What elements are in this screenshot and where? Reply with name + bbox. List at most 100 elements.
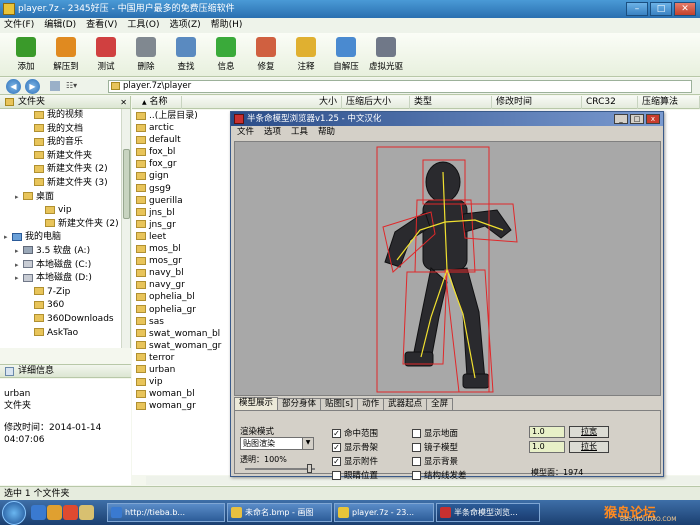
file-row[interactable]: woman_gr [132,400,232,412]
minimize-button[interactable]: – [626,2,648,16]
tree-item[interactable]: 新建文件夹 (2) [0,218,130,232]
menu-view[interactable]: 查看(V) [86,18,117,33]
viewer-close-button[interactable]: x [646,114,660,124]
ie-icon[interactable] [31,505,46,520]
view-mode-icon[interactable]: ☷▾ [66,81,77,90]
folder-pane-header[interactable]: 文件夹 ✕ [0,96,130,109]
scale-x-input[interactable]: 1.0 [529,426,565,438]
tree-item[interactable]: ▸ 桌面 [0,191,130,205]
menu-options[interactable]: 选项(Z) [169,18,200,33]
folder-icon[interactable] [79,505,94,520]
expand-icon[interactable]: ▸ [15,259,23,273]
tree-item[interactable]: AskTao [0,327,130,341]
column-method[interactable]: 压缩算法 [638,96,700,109]
column-crc32[interactable]: CRC32 [582,96,638,109]
menu-edit[interactable]: 编辑(D) [44,18,76,33]
expand-icon[interactable]: ▸ [4,231,12,245]
file-row[interactable]: mos_bl [132,243,232,255]
file-row[interactable]: woman_bl [132,388,232,400]
tree-item[interactable]: 7-Zip [0,286,130,300]
file-row[interactable]: urban [132,364,232,376]
checkbox-ground[interactable]: 显示地面 [412,429,458,439]
file-row[interactable]: fox_bl [132,146,232,158]
address-field[interactable]: player.7z\player [108,80,692,93]
column-size[interactable]: 大小 [262,96,342,109]
close-button[interactable]: ✕ [674,2,696,16]
file-row[interactable]: jns_gr [132,219,232,231]
toolbar-button-info[interactable]: 信息 [206,33,246,77]
file-row[interactable]: navy_bl [132,267,232,279]
tree-item[interactable]: ▸ 本地磁盘 (C:) [0,259,130,273]
toolbar-button-comment[interactable]: 注释 [286,33,326,77]
tab-sequences[interactable]: 动作 [357,398,385,410]
media-icon[interactable] [63,505,78,520]
tab-body-parts[interactable]: 部分身体 [277,398,322,410]
render-mode-select[interactable]: 贴图渲染 ▼ [240,437,314,450]
task-model-viewer[interactable]: 半条命模型浏览... [436,503,540,522]
viewer-menu-file[interactable]: 文件 [237,126,254,139]
task-browser[interactable]: http://tieba.b... [107,503,225,522]
tree-item[interactable]: 新建文件夹 [0,150,130,164]
file-row[interactable]: gign [132,170,232,182]
expand-icon[interactable]: ▸ [15,245,23,259]
menu-help[interactable]: 帮助(H) [211,18,243,33]
model-viewport[interactable] [234,141,661,396]
file-row[interactable]: ..(上层目录) [132,110,232,122]
checkbox-eye-position[interactable]: 眼睛位置 [332,471,378,481]
toolbar-button-repair[interactable]: 修复 [246,33,286,77]
checkbox-hitboxes[interactable]: ✓ 命中范围 [332,429,378,439]
expand-icon[interactable]: ▸ [15,272,23,286]
menu-file[interactable]: 文件(F) [4,18,34,33]
details-header[interactable]: 详细信息 [0,364,131,378]
widen-button[interactable]: 拉宽 [569,426,609,438]
viewer-menu-help[interactable]: 帮助 [318,126,335,139]
tree-item[interactable]: ▸ 我的电脑 [0,231,130,245]
file-row[interactable]: swat_woman_gr [132,340,232,352]
file-row[interactable]: leet [132,231,232,243]
viewer-minimize-button[interactable]: _ [614,114,628,124]
viewer-maximize-button[interactable]: □ [630,114,644,124]
viewer-menu-tools[interactable]: 工具 [291,126,308,139]
checkbox-skeleton[interactable]: ✓ 显示骨架 [332,443,378,453]
viewer-menu-options[interactable]: 选项 [264,126,281,139]
menu-tools[interactable]: 工具(O) [127,18,159,33]
checkbox-wireframe[interactable]: 结构线发差 [412,471,467,481]
task-archive[interactable]: player.7z - 23... [334,503,434,522]
scale-y-input[interactable]: 1.0 [529,441,565,453]
checkbox-background[interactable]: 显示背景 [412,457,458,467]
tree-item[interactable]: 新建文件夹 (2) [0,163,130,177]
checkbox-attachments[interactable]: ✓ 显示附件 [332,457,378,467]
column-packed-size[interactable]: 压缩后大小 [342,96,410,109]
up-folder-icon[interactable] [50,81,60,91]
file-row[interactable]: navy_gr [132,279,232,291]
close-pane-icon[interactable]: ✕ [120,96,127,109]
tree-item[interactable]: vip [0,204,130,218]
task-paint[interactable]: 未命名.bmp - 画图 [227,503,332,522]
lengthen-button[interactable]: 拉长 [569,441,609,453]
tree-item[interactable]: 我的文档 [0,123,130,137]
file-row[interactable]: sas [132,316,232,328]
file-row[interactable]: fox_gr [132,158,232,170]
forward-button[interactable]: ▶ [25,79,40,94]
start-button[interactable] [2,501,26,525]
tree-item[interactable]: 我的视频 [0,109,130,123]
tree-item[interactable]: 新建文件夹 (3) [0,177,130,191]
file-row[interactable]: ophelia_gr [132,304,232,316]
tree-item[interactable]: 我的音乐 [0,136,130,150]
file-row[interactable]: default [132,134,232,146]
expand-icon[interactable]: ▸ [15,191,23,205]
toolbar-button-find[interactable]: 查找 [166,33,206,77]
column-name[interactable]: ▲ 名称 [132,96,182,109]
file-row[interactable]: terror [132,352,232,364]
file-row[interactable]: swat_woman_bl [132,328,232,340]
tab-weapon-origin[interactable]: 武器起点 [383,398,428,410]
file-row[interactable]: guerilla [132,195,232,207]
toolbar-button-delete[interactable]: 删除 [126,33,166,77]
tab-fullscreen[interactable]: 全屏 [426,398,454,410]
checkbox-mirror[interactable]: 镜子模型 [412,443,458,453]
file-row[interactable]: vip [132,376,232,388]
tree-item[interactable]: ▸ 本地磁盘 (D:) [0,272,130,286]
toolbar-button-test[interactable]: 测试 [86,33,126,77]
file-row[interactable]: arctic [132,122,232,134]
column-modified[interactable]: 修改时间 [492,96,582,109]
